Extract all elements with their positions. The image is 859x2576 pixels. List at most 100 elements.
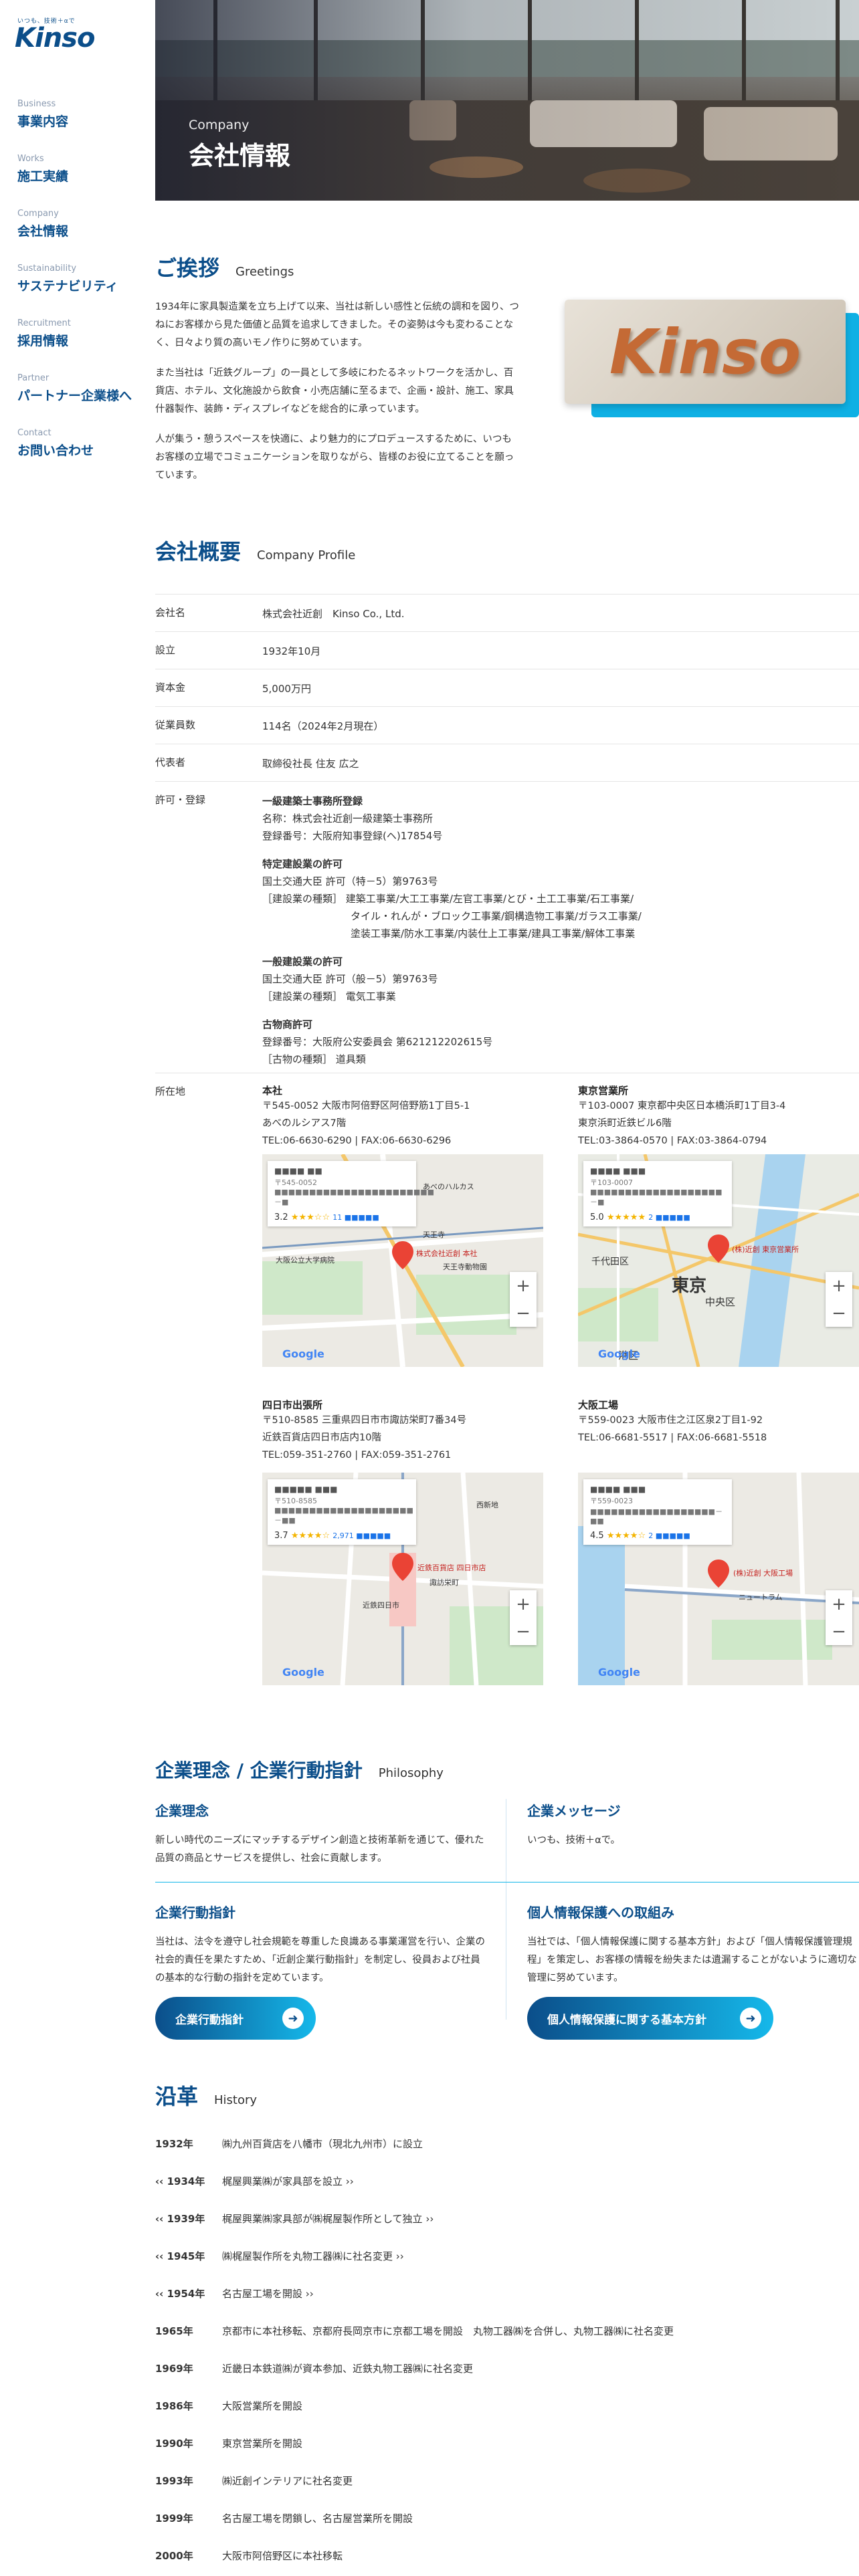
map-label: 近鉄四日市 [363,1601,399,1610]
history-text: 京都市に本社移転、京都府長岡京市に京都工場を開設 丸物工器㈱を合併し、丸物工器㈱… [222,2325,674,2337]
google-logo: Google [282,1666,324,1679]
section-title-en: Philosophy [378,1766,444,1780]
profile-key: 所在地 [155,1085,186,1097]
history-text: ㈱九州百貨店を八幡市（現北九州市）に設立 [222,2138,423,2150]
profile-value: 114名（2024年2月現在） [262,720,384,732]
nav-item-recruitment[interactable]: Recruitment 採用情報 [17,318,132,349]
place-reviews[interactable]: 11 ■■■■■ [332,1213,379,1222]
profile-value: 取締役社長 住友 広之 [262,758,359,770]
nav-item-sustainability[interactable]: Sustainability サステナビリティ [17,263,132,294]
history-row[interactable]: ‹‹ 1945年 ㈱梶屋製作所を丸物工器㈱に社名変更 ›› [155,2249,859,2263]
office-name: 本社 [262,1085,283,1097]
greetings-section: ご挨拶 Greetings 1934年に家具製造業を立ち上げて以来、当社は新しい… [155,251,859,506]
zoom-in-icon[interactable]: + [516,1594,531,1614]
license-line: 登録番号：大阪府知事登録(ヘ)17854号 [262,830,443,842]
office-line: TEL:03-3864-0570 | FAX:03-3864-0794 [578,1136,767,1146]
map-label: 株式会社近創 本社 [416,1249,478,1258]
nav-item-company[interactable]: Company 会社情報 [17,209,132,239]
profile-row: 従業員数 114名（2024年2月現在） [155,706,859,744]
zoom-out-icon[interactable]: − [832,1303,846,1323]
map-embed[interactable]: 近鉄四日市 近鉄百貨店 四日市店 諏訪栄町 西新地 ■■■■■ ■■■ 〒510… [262,1473,543,1685]
office-name: 四日市出張所 [262,1399,323,1411]
nav-en-label: Partner [17,373,50,383]
office-line: 〒103-0007 東京都中央区日本橋浜町1丁目3-4 [578,1101,786,1111]
philosophy-box-title: 企業行動指針 [155,1905,235,1921]
nav-jp-label: 会社情報 [17,224,69,239]
privacy-policy-button[interactable]: 個人情報保護に関する基本方針 ➜ [527,1997,773,2040]
profile-row: 資本金 5,000万円 [155,669,859,706]
license-row: 許可・登録 一級建築士事務所登録 名称：株式会社近創一級建築士事務所 登録番号：… [155,781,859,1065]
map-label: 近鉄百貨店 四日市店 [417,1564,486,1572]
greetings-text: 1934年に家具製造業を立ち上げて以来、当社は新しい感性と伝統の調和を図り、つね… [155,298,520,497]
profile-section: 会社概要 Company Profile 会社名 株式会社近創 Kinso Co.… [155,535,859,1692]
place-reviews[interactable]: 2 ■■■■■ [648,1531,690,1540]
map-embed[interactable]: (株)近創 大阪工場 ニュートラム ■■■■ ■■■ 〒559-0023 ■■■… [578,1473,859,1685]
office-block: 四日市出張所 〒510-8585 三重県四日市市諏訪栄町7番34号 近鉄百貨店四… [262,1398,543,1464]
history-year: ‹‹ 1934年 [155,2175,205,2187]
history-row[interactable]: ‹‹ 1954年 名古屋工場を開設 ›› [155,2286,859,2300]
zoom-in-icon[interactable]: + [832,1594,846,1614]
history-row: 1986年 大阪営業所を開設 [155,2399,859,2413]
philosophy-box-text: 当社は、法令を遵守し社会規範を尊重した良識ある事業運営を行い、企業の社会的責任を… [155,1937,485,1983]
history-text: ㈱近創インテリアに社名変更 [222,2475,353,2487]
logo[interactable]: いつも、技術＋αで Kinso [15,16,95,53]
map-label: 西新地 [476,1501,498,1509]
zoom-out-icon[interactable]: − [516,1303,531,1323]
zoom-out-icon[interactable]: − [832,1622,846,1642]
place-address: 〒559-0023 ■■■■■■■■■■■■■■■■■■－■■ [590,1497,723,1525]
license-list: 一級建築士事務所登録 名称：株式会社近創一級建築士事務所 登録番号：大阪府知事登… [262,782,642,1065]
button-label: 企業行動指針 [175,2013,244,2027]
place-reviews[interactable]: 2 ■■■■■ [648,1213,690,1222]
zoom-in-icon[interactable]: + [832,1276,846,1296]
history-row[interactable]: ‹‹ 1939年 梶屋興業㈱家具部が㈱梶屋製作所として独立 ›› [155,2212,859,2226]
greetings-paragraph: また当社は「近鉄グループ」の一員として多岐にわたるネットワークを活かし、百貨店、… [155,368,514,415]
section-title-en: History [214,2093,258,2107]
hero-en-title: Company [189,118,250,132]
kinso-wood-sign: Kinso [609,316,801,388]
code-of-conduct-button[interactable]: 企業行動指針 ➜ [155,1997,316,2040]
nav-item-contact[interactable]: Contact お問い合わせ [17,428,132,459]
history-text: 東京営業所を開設 [222,2438,303,2450]
license-line: ［建設業の種類］ 電気工事業 [262,990,396,1002]
nav-item-partner[interactable]: Partner パートナー企業様へ [17,373,132,404]
history-text: ㈱梶屋製作所を丸物工器㈱に社名変更 ›› [222,2250,404,2262]
zoom-out-icon[interactable]: − [516,1622,531,1642]
place-reviews[interactable]: 2,971 ■■■■■ [332,1531,391,1540]
license-line: 国土交通大臣 許可（特－5）第9763号 [262,875,438,887]
history-year: ‹‹ 1945年 [155,2250,205,2262]
arrow-right-icon: ➜ [282,2008,304,2029]
history-year: 1965年 [155,2325,193,2337]
zoom-controls[interactable]: + − [510,1272,537,1327]
place-card[interactable]: ■■■■ ■■■ 〒103-0007 ■■■■■■■■■■■■■■■■■■■－■… [583,1161,732,1226]
history-row[interactable]: ‹‹ 1934年 梶屋興業㈱が家具部を設立 ›› [155,2174,859,2188]
philosophy-box: 企業理念 新しい時代のニーズにマッチするデザイン創造と技術革新を通じて、優れた品… [155,1800,490,1868]
map-embed[interactable]: あべのハルカス 大阪公立大学病院 天王寺動物園 天王寺 株式会社近創 本社 ■■… [262,1154,543,1367]
logo-wordmark: Kinso [15,23,95,53]
place-card[interactable]: ■■■■ ■■ 〒545-0052 ■■■■■■■■■■■■■■■■■■■■■■… [268,1161,434,1226]
zoom-controls[interactable]: + − [826,1272,852,1327]
map-embed[interactable]: 千代田区 東京 中央区 港区 (株)近創 東京営業所 ■■■■ ■■■ 〒103… [578,1154,859,1367]
main-nav: Business 事業内容 Works 施工実績 Company 会社情報 Susta… [17,99,132,483]
nav-jp-label: パートナー企業様へ [17,389,132,403]
zoom-controls[interactable]: + − [826,1590,852,1645]
nav-item-works[interactable]: Works 施工実績 [17,154,132,185]
star-icon: ★★★☆☆ [290,1212,330,1222]
hero-title-block: Company 会社情報 [189,118,290,172]
history-row: 1999年 名古屋工場を閉鎖し、名古屋営業所を開設 [155,2511,859,2525]
place-card[interactable]: ■■■■ ■■■ 〒559-0023 ■■■■■■■■■■■■■■■■■■－■■… [583,1479,732,1545]
place-card[interactable]: ■■■■■ ■■■ 〒510-8585 ■■■■■■■■■■■■■■■■■■■■… [268,1479,416,1545]
profile-row: 設立 1932年10月 [155,631,859,669]
profile-row: 会社名 株式会社近創 Kinso Co., Ltd. [155,594,859,631]
nav-item-business[interactable]: Business 事業内容 [17,99,132,130]
history-heading: 沿革 History [155,2080,257,2111]
zoom-controls[interactable]: + − [510,1590,537,1645]
zoom-in-icon[interactable]: + [516,1276,531,1296]
place-address: 〒510-8585 ■■■■■■■■■■■■■■■■■■■■－■■ [274,1497,413,1525]
map-label: (株)近創 大阪工場 [733,1569,793,1578]
place-rating: 3.2 [274,1212,288,1222]
history-text: 大阪営業所を開設 [222,2400,303,2412]
place-rating: 5.0 [590,1212,604,1222]
section-title-en: Greetings [235,265,294,279]
philosophy-box-text: いつも、技術＋αで。 [527,1835,621,1846]
philosophy-box-title: 企業理念 [155,1803,209,1819]
